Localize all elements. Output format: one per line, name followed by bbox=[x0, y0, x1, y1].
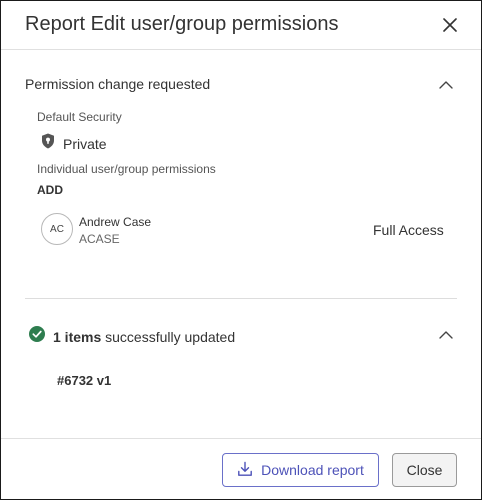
default-security-text: Private bbox=[63, 135, 107, 152]
dialog-header: Report Edit user/group permissions bbox=[1, 1, 481, 50]
add-label: ADD bbox=[37, 183, 63, 197]
download-icon bbox=[237, 461, 253, 480]
section-divider bbox=[25, 298, 457, 299]
success-count: 1 items bbox=[53, 328, 102, 345]
close-button[interactable]: Close bbox=[392, 453, 457, 487]
dialog-title: Report Edit user/group permissions bbox=[25, 13, 339, 35]
close-button-label: Close bbox=[406, 462, 443, 478]
download-report-label: Download report bbox=[261, 462, 364, 478]
permission-section-title: Permission change requested bbox=[25, 76, 211, 92]
check-circle-icon bbox=[29, 326, 45, 347]
permissions-dialog: Report Edit user/group permissions Permi… bbox=[0, 0, 482, 500]
shield-icon bbox=[41, 133, 55, 154]
individual-permissions-label: Individual user/group permissions bbox=[37, 162, 216, 176]
default-security-label: Default Security bbox=[37, 110, 122, 124]
download-report-button[interactable]: Download report bbox=[222, 453, 379, 487]
user-name: Andrew Case bbox=[79, 215, 152, 229]
default-security-value: Private bbox=[41, 133, 107, 154]
success-status: 1 items successfully updated bbox=[29, 326, 235, 347]
document-reference: #6732 v1 bbox=[57, 373, 112, 388]
avatar: AC bbox=[41, 213, 73, 245]
close-icon[interactable] bbox=[438, 13, 462, 37]
chevron-up-icon[interactable] bbox=[438, 327, 454, 343]
chevron-up-icon[interactable] bbox=[438, 77, 454, 93]
user-id: ACASE bbox=[79, 232, 120, 246]
success-message: 1 items successfully updated bbox=[53, 329, 235, 345]
access-level: Full Access bbox=[373, 222, 444, 238]
success-text: successfully updated bbox=[105, 328, 236, 345]
dialog-footer: Download report Close bbox=[1, 438, 481, 500]
